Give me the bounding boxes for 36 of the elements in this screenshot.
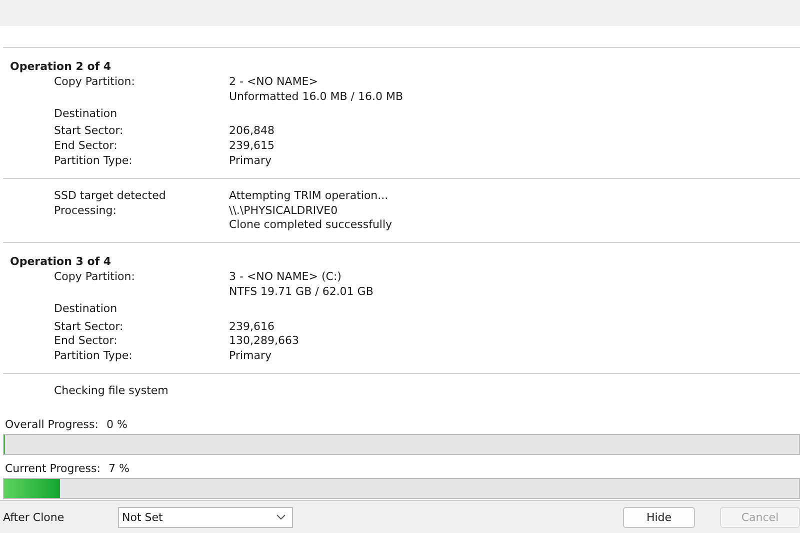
log-label: Start Sector: bbox=[54, 124, 124, 140]
operation-title: Operation 2 of 4 bbox=[9, 59, 112, 75]
hide-button[interactable]: Hide bbox=[623, 506, 695, 528]
after-clone-dropdown[interactable]: Not Set bbox=[118, 506, 293, 528]
log-value: NTFS 19.71 GB / 62.01 GB bbox=[229, 284, 374, 300]
log-value: Primary bbox=[229, 154, 272, 169]
log-label: Destination bbox=[54, 106, 118, 122]
log-label: Copy Partition: bbox=[54, 75, 135, 90]
after-clone-label: After Clone bbox=[3, 510, 66, 524]
log-label: Partition Type: bbox=[54, 154, 132, 169]
progress-reading: 7 % bbox=[108, 462, 130, 476]
log-value: \\.\PHYSICALDRIVE0 bbox=[229, 204, 338, 218]
progress-label: Overall Progress: bbox=[5, 418, 98, 432]
log-value: Clone completed successfully bbox=[229, 218, 392, 234]
log-value: 239,615 bbox=[229, 139, 274, 154]
log-value: 2 - <NO NAME> bbox=[229, 75, 318, 90]
operation-title: Operation 3 of 4 bbox=[9, 254, 112, 270]
log-label: Processing: bbox=[54, 204, 116, 218]
progress-reading: 0 % bbox=[106, 418, 128, 432]
log-value: Unformatted 16.0 MB / 16.0 MB bbox=[229, 90, 404, 105]
log-label: SSD target detected bbox=[54, 188, 166, 204]
log-label: End Sector: bbox=[54, 334, 118, 350]
progress-label: Current Progress: bbox=[5, 462, 100, 476]
log-label: Start Sector: bbox=[54, 320, 124, 334]
log-value: Primary bbox=[229, 349, 272, 364]
log-value: 130,289,663 bbox=[229, 334, 299, 350]
log-label: End Sector: bbox=[54, 139, 118, 154]
log-label: Checking file system bbox=[54, 384, 168, 399]
log-value: Attempting TRIM operation... bbox=[229, 188, 388, 204]
log-value: 3 - <NO NAME> (C:) bbox=[229, 270, 342, 285]
chevron-down-icon bbox=[276, 514, 286, 520]
log-label: Partition Type: bbox=[54, 349, 132, 364]
log-value: 239,616 bbox=[229, 320, 274, 334]
log-value: 206,848 bbox=[229, 124, 274, 140]
log-label: Copy Partition: bbox=[54, 270, 135, 285]
log-label: Destination bbox=[54, 302, 118, 317]
